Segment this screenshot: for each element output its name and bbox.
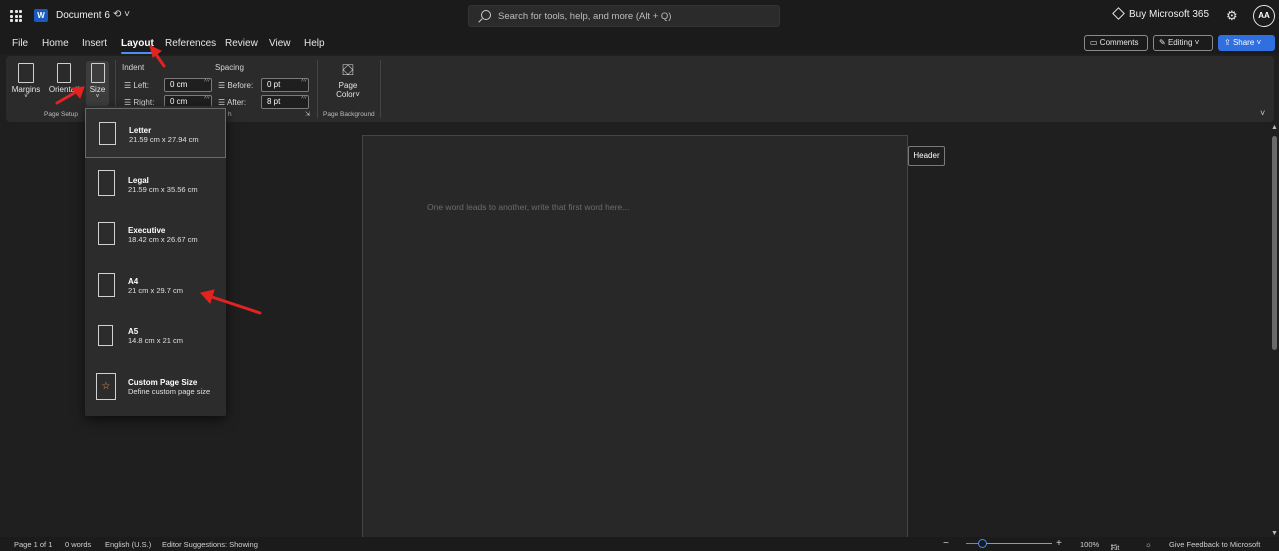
arrow-to-size-button bbox=[55, 86, 85, 105]
arrow-to-layout-tab bbox=[149, 45, 166, 68]
annotation-arrows bbox=[55, 45, 262, 315]
arrow-to-a4-option bbox=[200, 289, 262, 315]
